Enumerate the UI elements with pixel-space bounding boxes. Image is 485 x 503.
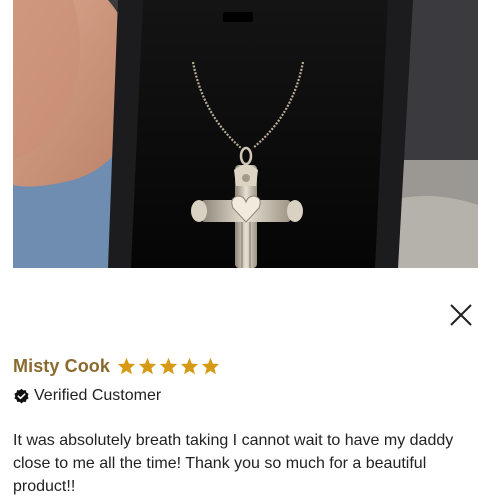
review-body: It was absolutely breath taking I cannot… [13, 432, 454, 495]
star-rating [117, 357, 222, 375]
review-photo [13, 0, 478, 268]
star-icon [201, 357, 220, 375]
reviewer-header: Misty Cook [13, 353, 222, 379]
verified-badge: Verified Customer [13, 386, 161, 406]
verified-check-icon [13, 388, 30, 405]
close-button[interactable] [448, 302, 474, 328]
star-icon [180, 357, 199, 375]
close-icon [450, 304, 472, 326]
star-icon [159, 357, 178, 375]
verified-label: Verified Customer [34, 387, 162, 404]
reviewer-name: Misty Cook [13, 355, 111, 376]
star-icon [117, 357, 136, 375]
star-icon [138, 357, 157, 375]
